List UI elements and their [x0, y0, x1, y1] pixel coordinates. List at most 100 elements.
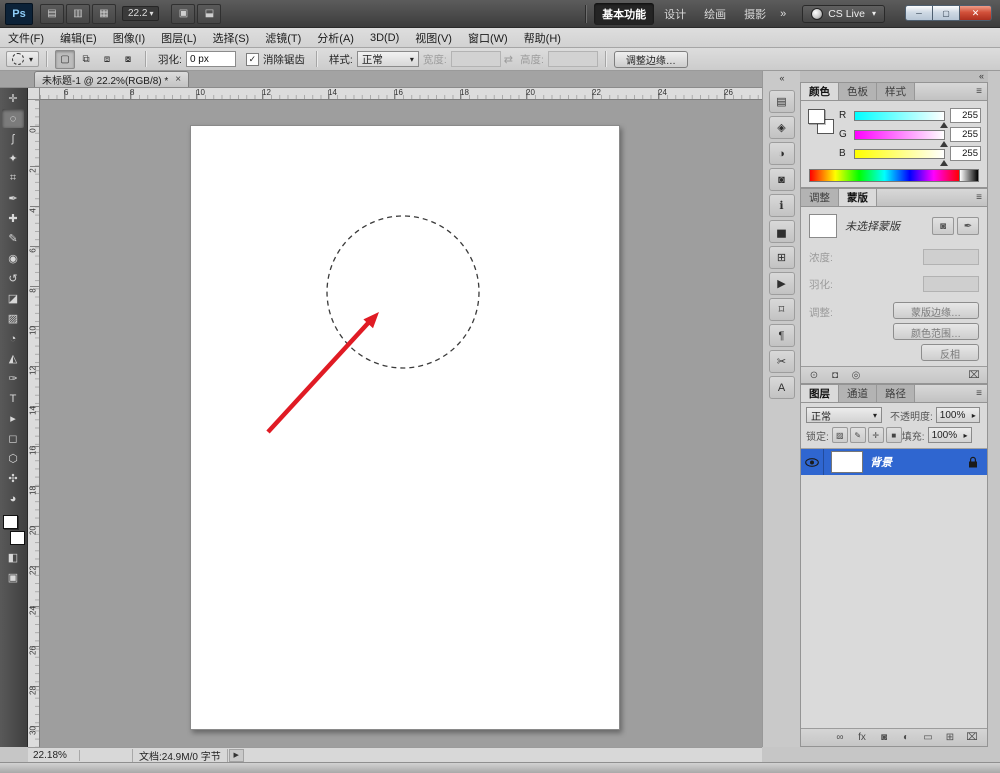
color-panel-swatches[interactable] [808, 109, 834, 135]
arrange-documents-icon[interactable]: ▣ [171, 4, 195, 24]
zoom-percentage-field[interactable]: 22.18% [28, 750, 80, 761]
zoom-level-control[interactable]: 22.2 ▾ [122, 6, 159, 21]
minimize-button[interactable]: ─ [905, 5, 932, 21]
color-spectrum-ramp[interactable] [810, 170, 959, 181]
load-selection-from-mask-icon[interactable]: ⊙ [808, 370, 820, 381]
blend-mode-select[interactable]: 正常 ▾ [806, 407, 882, 423]
new-selection-icon[interactable]: ▢ [55, 50, 75, 69]
channel-value[interactable]: 255 [950, 108, 981, 123]
navigator-panel-icon[interactable]: ⊞ [769, 246, 795, 269]
close-button[interactable]: ✕ [959, 5, 992, 21]
workspace-design[interactable]: 设计 [656, 3, 694, 25]
tool-preset-picker[interactable]: ▾ [6, 51, 39, 67]
link-layers-icon[interactable]: ∞ [834, 732, 846, 743]
menu-help[interactable]: 帮助(H) [516, 28, 569, 48]
opacity-field[interactable]: 100% ▸ [936, 407, 980, 423]
disable-mask-icon[interactable]: ◎ [850, 370, 862, 381]
menu-file[interactable]: 文件(F) [0, 28, 52, 48]
gradient-tool[interactable]: ▨ [2, 309, 24, 328]
layer-style-icon[interactable]: fx [856, 732, 868, 743]
eraser-tool[interactable]: ◪ [2, 289, 24, 308]
panel-tab-styles[interactable]: 样式 [877, 83, 915, 100]
slider-handle-icon[interactable] [940, 141, 948, 147]
quick-mask-icon[interactable]: ◧ [2, 548, 24, 567]
workspace-painting[interactable]: 绘画 [696, 3, 734, 25]
vertical-ruler[interactable]: 024681012141618202224262830 [28, 100, 40, 747]
panel-tab-channels[interactable]: 通道 [839, 385, 877, 402]
color-range-button[interactable]: 颜色范围… [893, 323, 979, 340]
antialias-checkbox[interactable]: ✓ [246, 53, 259, 66]
eyedropper-tool[interactable]: ✒ [2, 189, 24, 208]
menu-layer[interactable]: 图层(L) [153, 28, 204, 48]
delete-mask-icon[interactable]: ⌧ [968, 370, 980, 381]
mask-edge-button[interactable]: 蒙版边缘… [893, 302, 979, 319]
status-options-button[interactable]: ▶ [229, 749, 244, 762]
menu-3d[interactable]: 3D(D) [362, 30, 407, 46]
panel-menu-icon[interactable]: ≡ [971, 83, 987, 100]
launch-bridge-icon[interactable]: ▤ [40, 4, 64, 24]
layer-thumbnail[interactable] [831, 451, 863, 473]
layer-row-background[interactable]: 背景 [801, 449, 987, 475]
channel-slider[interactable] [854, 149, 945, 159]
paragraph-panel-icon[interactable]: ¶ [769, 324, 795, 347]
color-swatches[interactable] [2, 514, 26, 546]
panel-tab-color[interactable]: 颜色 [801, 83, 839, 100]
apply-mask-icon[interactable]: ◘ [829, 370, 841, 381]
intersect-with-selection-icon[interactable]: ⧇ [118, 50, 138, 69]
dodge-tool[interactable]: ◭ [2, 349, 24, 368]
pen-tool[interactable]: ✑ [2, 369, 24, 388]
layer-name[interactable]: 背景 [870, 454, 968, 470]
subtract-from-selection-icon[interactable]: ⧈ [97, 50, 117, 69]
collapse-panels-button[interactable]: « [979, 71, 983, 81]
channel-value[interactable]: 255 [950, 146, 981, 161]
new-group-icon[interactable]: ▭ [922, 732, 934, 743]
clone-source-panel-icon[interactable]: ⌑ [769, 298, 795, 321]
lasso-tool[interactable]: ʃ [2, 129, 24, 148]
panel-tab-swatches[interactable]: 色板 [839, 83, 877, 100]
slider-handle-icon[interactable] [940, 122, 948, 128]
brush-tool[interactable]: ✎ [2, 229, 24, 248]
launch-mini-bridge-icon[interactable]: ▥ [66, 4, 90, 24]
add-vector-mask-icon[interactable]: ✒ [957, 217, 979, 235]
menu-select[interactable]: 选择(S) [205, 28, 258, 48]
zoom-tool[interactable]: ◕ [2, 489, 24, 508]
menu-edit[interactable]: 编辑(E) [52, 28, 105, 48]
slider-handle-icon[interactable] [940, 160, 948, 166]
style-select[interactable]: 正常 ▾ [357, 51, 419, 67]
type-tool[interactable]: T [2, 389, 24, 408]
menu-view[interactable]: 视图(V) [407, 28, 460, 48]
history-brush-tool[interactable]: ↺ [2, 269, 24, 288]
actions-panel-icon[interactable]: ▶ [769, 272, 795, 295]
menu-image[interactable]: 图像(I) [105, 28, 153, 48]
panel-tab-layers[interactable]: 图层 [801, 385, 839, 402]
new-layer-icon[interactable]: ⊞ [944, 732, 956, 743]
workspace-photography[interactable]: 摄影 [736, 3, 774, 25]
channel-slider[interactable] [854, 130, 945, 140]
refine-edge-button[interactable]: 调整边缘… [614, 51, 688, 68]
channel-value[interactable]: 255 [950, 127, 981, 142]
invert-button[interactable]: 反相 [921, 344, 979, 361]
clone-stamp-tool[interactable]: ◉ [2, 249, 24, 268]
quick-selection-tool[interactable]: ✦ [2, 149, 24, 168]
expand-dock-button[interactable]: « [763, 71, 800, 87]
mini-bridge-panel-icon[interactable]: ▤ [769, 90, 795, 113]
healing-brush-tool[interactable]: ✚ [2, 209, 24, 228]
add-pixel-mask-icon[interactable]: ◙ [932, 217, 954, 235]
foreground-color-swatch[interactable] [808, 109, 825, 124]
more-workspaces-button[interactable]: » [774, 8, 792, 20]
new-adjustment-layer-icon[interactable]: ◐ [900, 732, 912, 743]
horizontal-ruler[interactable]: 68101214161820222426 [40, 88, 762, 100]
character-panel-icon[interactable]: A [769, 376, 795, 399]
close-tab-icon[interactable]: × [175, 74, 181, 85]
lock-all-icon[interactable]: ■ [886, 427, 902, 443]
add-to-selection-icon[interactable]: ⧉ [76, 50, 96, 69]
3d-rotate-tool[interactable]: ⬡ [2, 449, 24, 468]
adjustments-panel-icon[interactable]: ◑ [769, 142, 795, 165]
layer-visibility-toggle[interactable] [801, 449, 824, 475]
feather-input[interactable] [186, 51, 236, 67]
add-layer-mask-icon[interactable]: ◙ [878, 732, 890, 743]
blur-tool[interactable]: ◔ [2, 329, 24, 348]
elliptical-marquee-tool[interactable]: ◌ [2, 109, 24, 128]
screen-mode-cycle-icon[interactable]: ▣ [2, 568, 24, 587]
hand-tool[interactable]: ✣ [2, 469, 24, 488]
